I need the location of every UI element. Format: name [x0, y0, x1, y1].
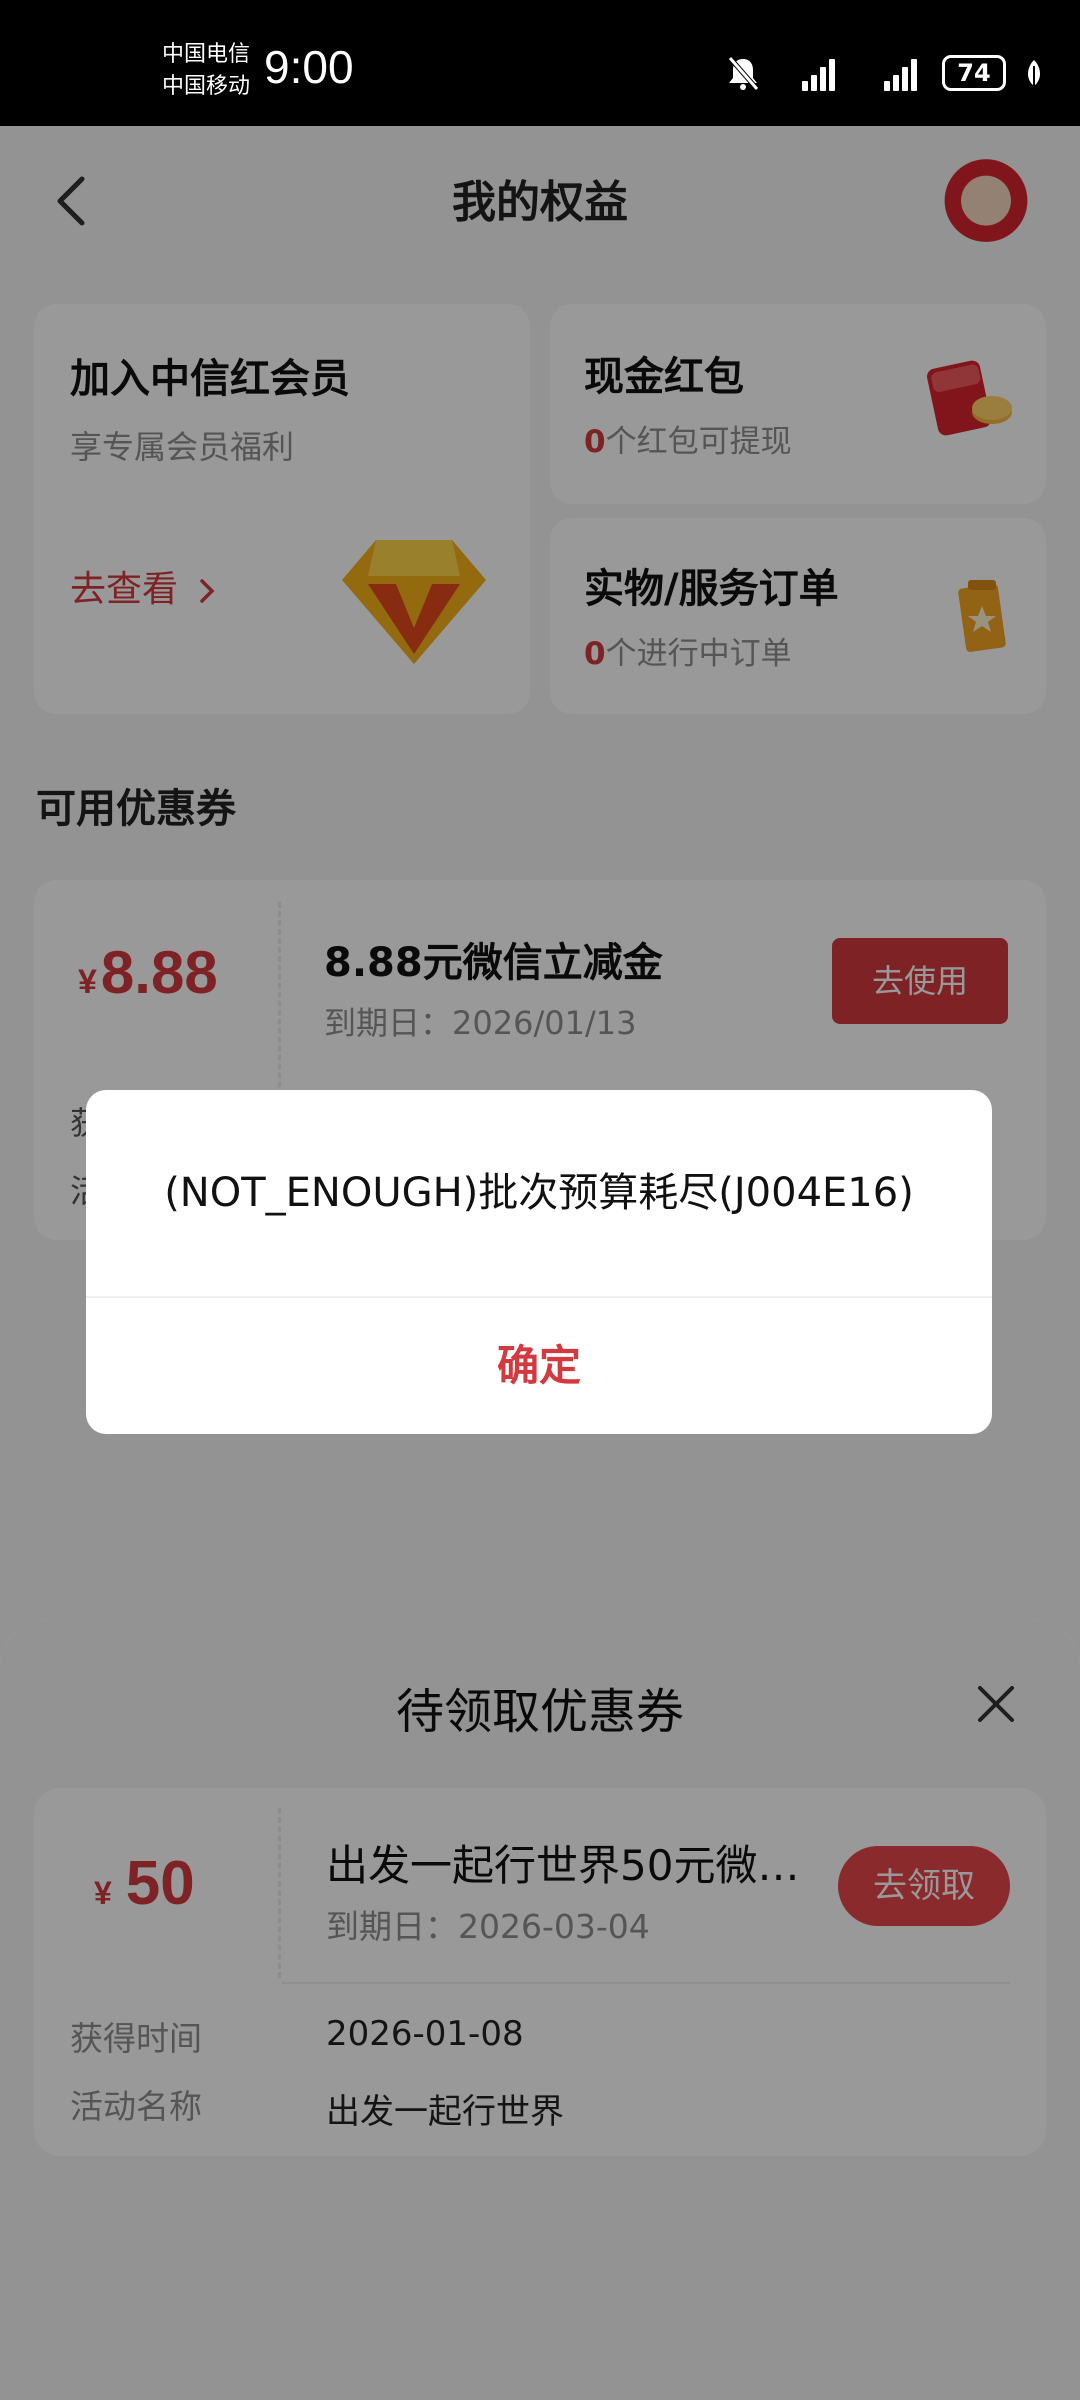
- confirm-button[interactable]: 确定: [86, 1298, 992, 1434]
- battery-icon: 74: [942, 55, 1006, 91]
- signal-4g-icon: 4G: [860, 53, 924, 91]
- carrier-1: 中国电信: [162, 42, 251, 67]
- sim1-type: 5G: [778, 53, 803, 72]
- sheet-overlay: [0, 1620, 1080, 2400]
- clock: 9:00: [264, 41, 354, 93]
- signal-5g-icon: 5G: [778, 53, 842, 91]
- sim2-type: 4G: [860, 53, 885, 72]
- carrier-2: 中国移动: [162, 74, 251, 99]
- dialog-message: (NOT_ENOUGH)批次预算耗尽(J004E16): [164, 1170, 914, 1216]
- bell-muted-icon: [728, 56, 759, 91]
- status-icons: 5G 4G 74: [726, 50, 1044, 96]
- leaf-icon: [1028, 60, 1040, 86]
